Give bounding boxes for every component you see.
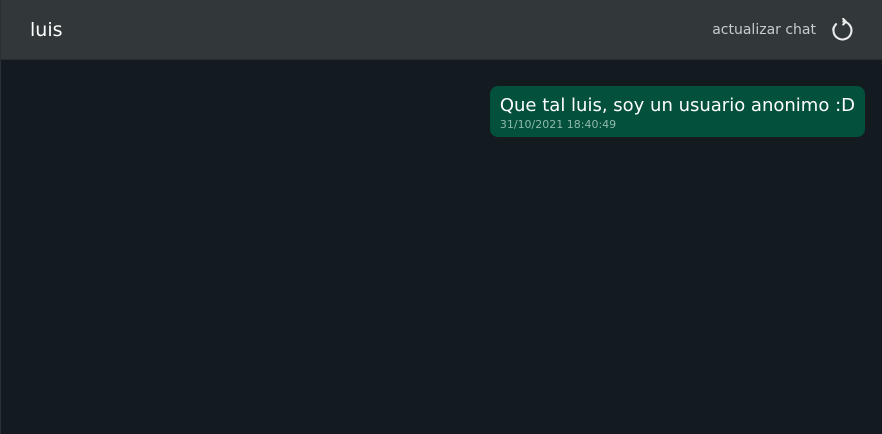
chat-window: luis actualizar chat Que tal luis, soy u… xyxy=(0,0,882,434)
message-text: Que tal luis, soy un usuario anonimo :D xyxy=(499,95,855,116)
message-list: Que tal luis, soy un usuario anonimo :D … xyxy=(1,60,882,434)
chat-header: luis actualizar chat xyxy=(1,0,882,60)
outgoing-message: Que tal luis, soy un usuario anonimo :D … xyxy=(489,86,865,137)
message-timestamp: 31/10/2021 18:40:49 xyxy=(499,118,617,131)
refresh-chat-label[interactable]: actualizar chat xyxy=(712,21,816,39)
refresh-chat-button[interactable]: actualizar chat xyxy=(712,16,854,44)
refresh-icon[interactable] xyxy=(829,17,854,43)
contact-name: luis xyxy=(30,19,63,41)
